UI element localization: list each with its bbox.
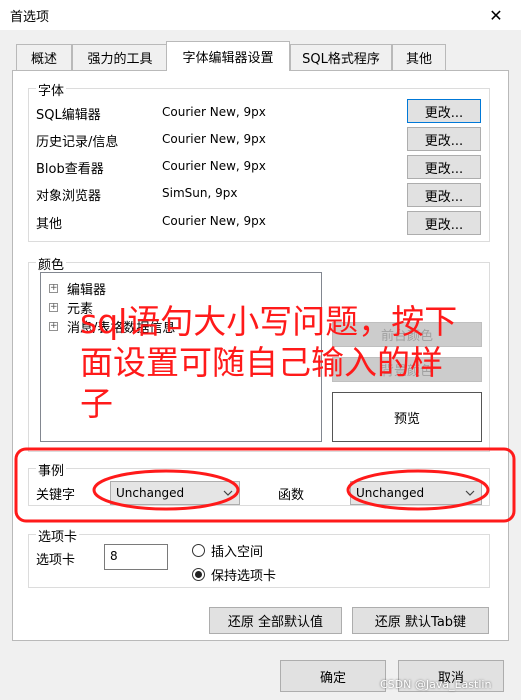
annotation-circle-function bbox=[346, 469, 490, 511]
annotation-overlay bbox=[14, 447, 516, 523]
annotation-highlight-rect bbox=[14, 447, 516, 523]
tab-font-editor-settings[interactable]: 字体编辑器设置 bbox=[166, 41, 290, 71]
annotation-circle-keyword bbox=[92, 469, 240, 511]
watermark-text: CSDN @Java_Eastlin bbox=[380, 678, 492, 691]
